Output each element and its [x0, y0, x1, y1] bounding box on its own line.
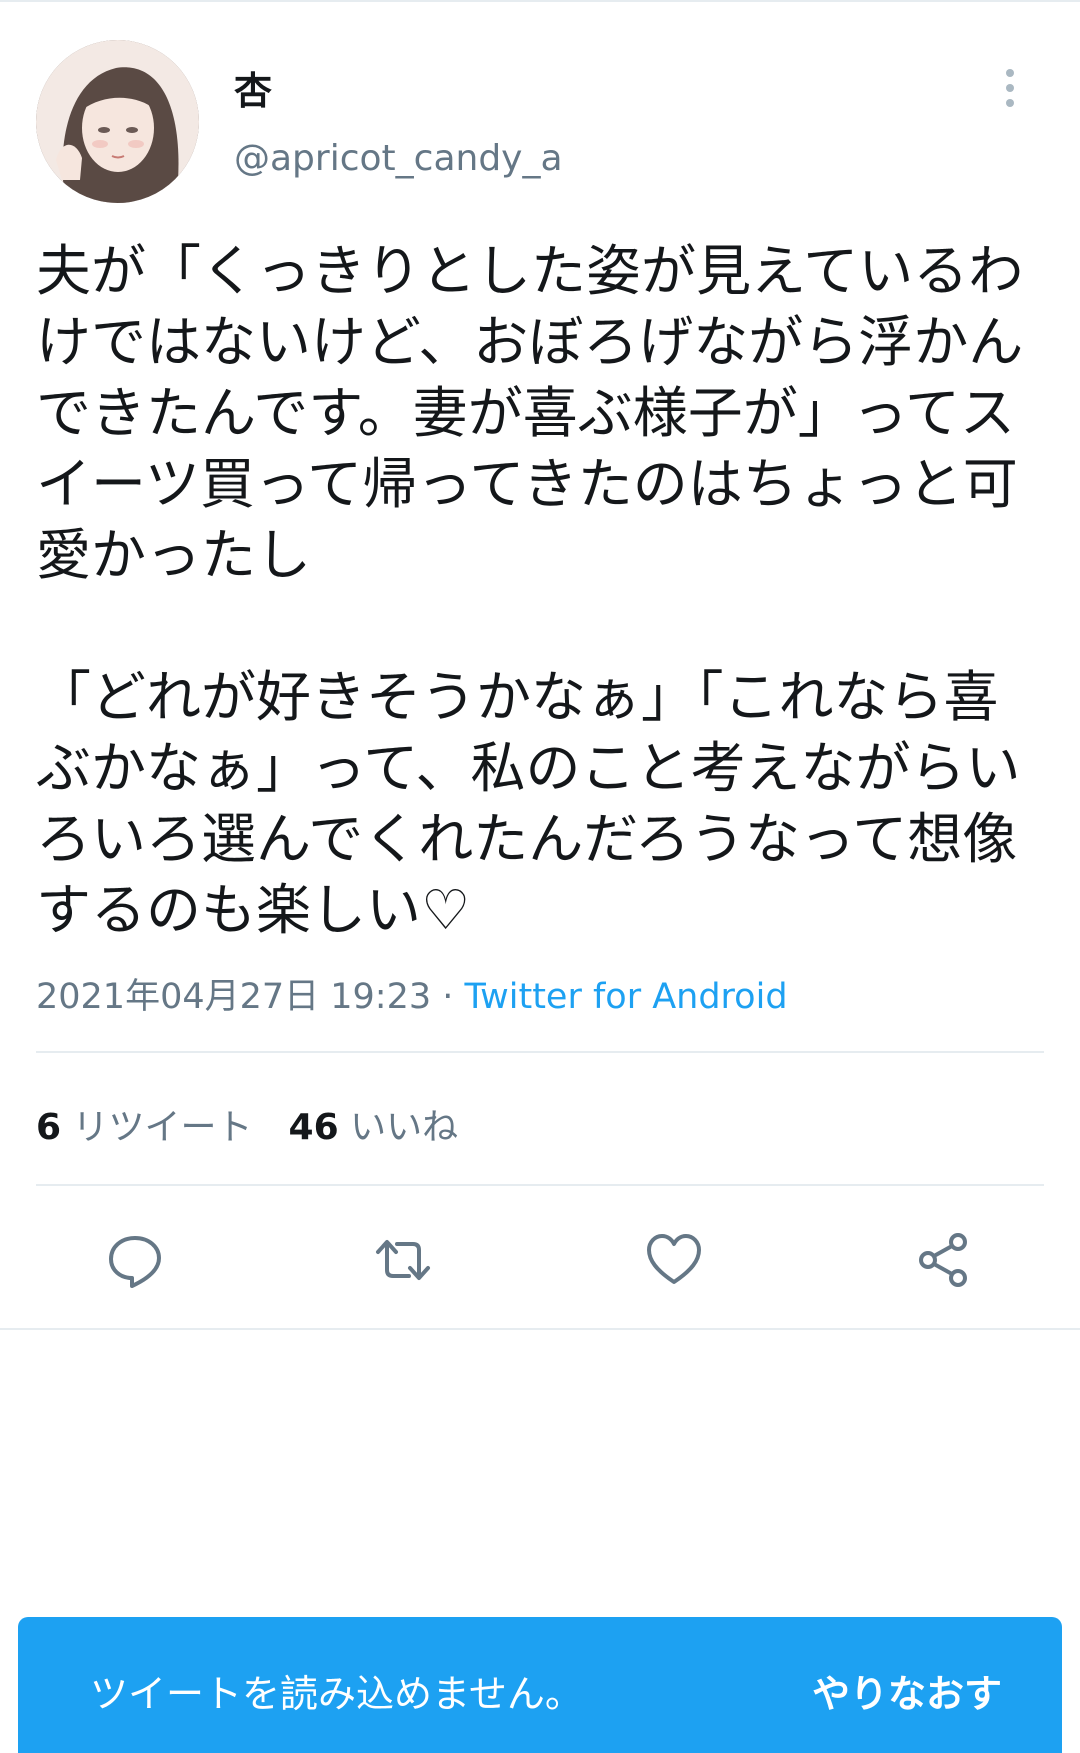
tweet-meta: 2021年04月27日 19:23 · Twitter for Android: [36, 968, 788, 1019]
reply-icon: [109, 1236, 161, 1288]
retweet-count: 6: [36, 1107, 62, 1148]
tweet-stats: 6 リツイート 46 いいね: [36, 1098, 458, 1150]
retweet-button[interactable]: [363, 1220, 443, 1300]
share-button[interactable]: [904, 1220, 984, 1300]
retweet-label: リツイート: [72, 1107, 253, 1148]
retry-button[interactable]: やりなおす: [812, 1663, 1002, 1718]
meta-separator: ·: [431, 977, 465, 1017]
like-label: いいね: [350, 1107, 459, 1148]
error-snackbar: ツイートを読み込めません。 やりなおす: [18, 1617, 1062, 1753]
retweet-icon: [376, 1240, 430, 1280]
display-name[interactable]: 杏: [234, 60, 272, 115]
like-button[interactable]: [634, 1220, 714, 1300]
top-divider: [0, 0, 1080, 2]
like-stat[interactable]: 46 いいね: [289, 1107, 459, 1148]
tweet-detail-page: 杏 @apricot_candy_a 夫が「くっきりとした姿が見えているわけでは…: [0, 0, 1080, 1753]
tweet-header: 杏 @apricot_candy_a: [36, 40, 1046, 205]
avatar[interactable]: [36, 40, 199, 203]
like-count: 46: [288, 1107, 339, 1148]
tweet-timestamp[interactable]: 2021年04月27日 19:23: [36, 977, 431, 1017]
tweet-text: 夫が「くっきりとした姿が見えているわけではないけど、おぼろげながら浮かんできたん…: [36, 239, 1024, 942]
snackbar-message: ツイートを読み込めません。: [90, 1672, 583, 1716]
retweet-stat[interactable]: 6 リツイート: [36, 1107, 253, 1148]
card-bottom-divider: [0, 1328, 1080, 1330]
more-options-icon[interactable]: [1002, 68, 1018, 108]
divider-top: [36, 1051, 1044, 1053]
divider-bottom: [36, 1184, 1044, 1186]
like-icon: [647, 1234, 701, 1284]
tweet-action-bar: [0, 1220, 1080, 1300]
reply-button[interactable]: [95, 1220, 175, 1300]
share-icon: [919, 1233, 967, 1287]
user-handle[interactable]: @apricot_candy_a: [234, 138, 563, 179]
avatar-illustration: [36, 40, 199, 203]
tweet-source-link[interactable]: Twitter for Android: [465, 977, 788, 1017]
